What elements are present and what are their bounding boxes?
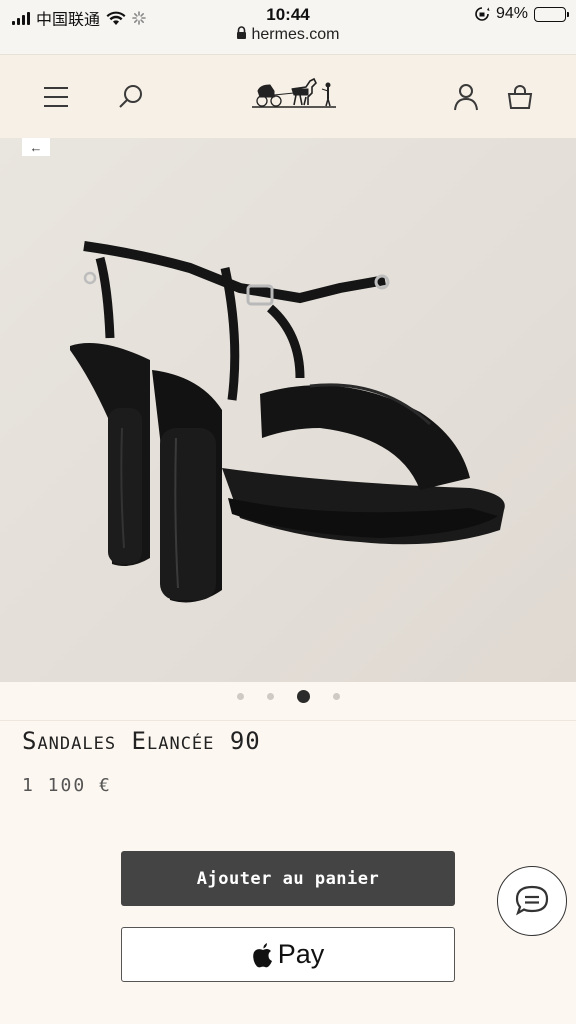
- carousel-dot[interactable]: [296, 690, 310, 703]
- site-header: [0, 54, 576, 138]
- sandal-photo: [0, 138, 576, 682]
- hermes-carriage-logo: [252, 77, 336, 108]
- cart-button[interactable]: [504, 81, 536, 113]
- apple-icon: [252, 942, 272, 967]
- chat-button[interactable]: [497, 866, 567, 936]
- apple-pay-label: Pay: [277, 939, 325, 969]
- orientation-lock-icon: [475, 7, 490, 21]
- divider: [0, 720, 576, 721]
- carousel-dot[interactable]: [236, 693, 244, 700]
- battery-icon: [534, 6, 569, 22]
- carousel-dot[interactable]: [266, 693, 274, 700]
- apple-pay-button[interactable]: Pay: [121, 927, 455, 982]
- product-title: Sandales Elancée 90: [22, 727, 261, 755]
- account-button[interactable]: [450, 81, 482, 113]
- gallery-back-button[interactable]: ←: [22, 138, 50, 156]
- shopping-bag-icon: [507, 85, 533, 109]
- lock-icon: [237, 26, 247, 39]
- battery-percent: 94%: [495, 5, 528, 22]
- search-icon: [119, 85, 142, 108]
- url-domain: hermes.com: [251, 26, 340, 43]
- product-image[interactable]: ←: [0, 138, 576, 682]
- url-bar[interactable]: hermes.com: [0, 26, 576, 54]
- chat-bubble-icon: [515, 885, 549, 916]
- carousel-indicators: [0, 690, 576, 703]
- menu-button[interactable]: [40, 81, 72, 113]
- add-to-cart-button[interactable]: Ajouter au panier: [121, 851, 455, 906]
- status-right: 94%: [474, 5, 569, 23]
- carousel-dot[interactable]: [332, 693, 340, 700]
- user-icon: [454, 84, 478, 111]
- product-price: 1 100 €: [22, 775, 112, 796]
- hamburger-icon: [44, 87, 68, 107]
- hermes-logo[interactable]: [250, 71, 340, 121]
- search-button[interactable]: [115, 81, 147, 113]
